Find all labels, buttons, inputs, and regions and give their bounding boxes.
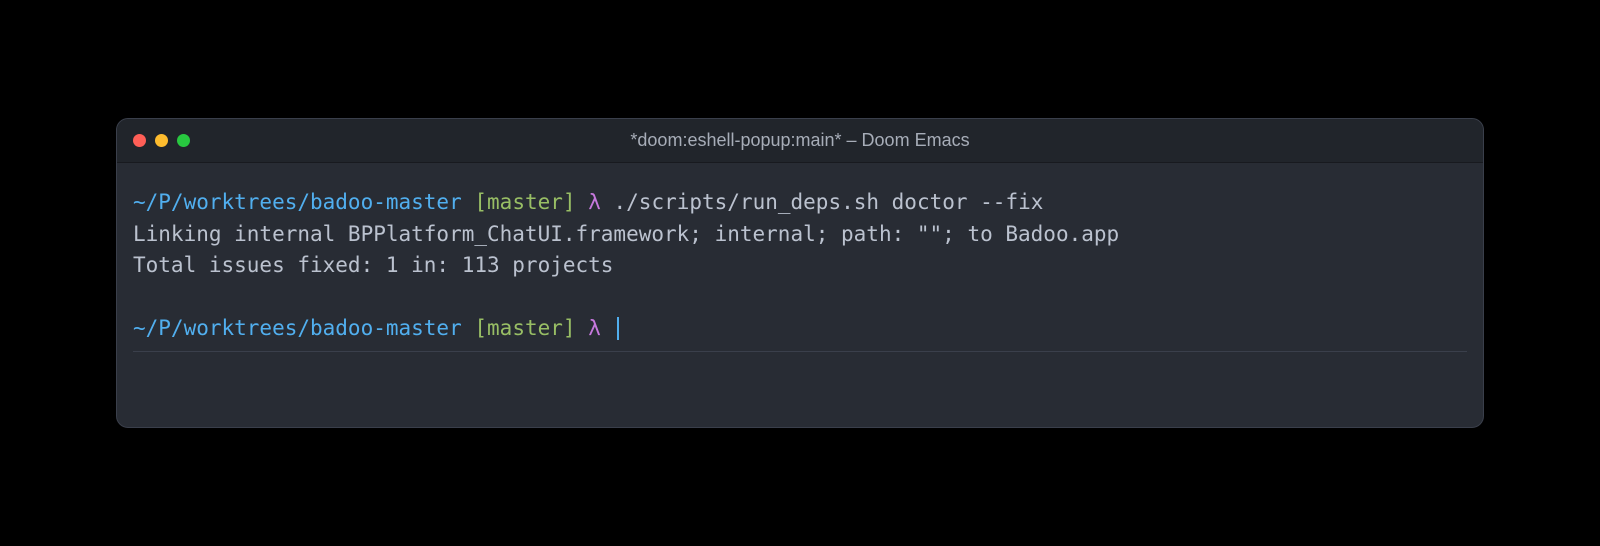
maximize-icon[interactable] — [177, 134, 190, 147]
traffic-lights — [133, 134, 190, 147]
prompt-branch: [master] — [474, 316, 575, 340]
window-title: *doom:eshell-popup:main* – Doom Emacs — [117, 130, 1483, 151]
terminal-window: *doom:eshell-popup:main* – Doom Emacs ~/… — [116, 118, 1484, 428]
prompt-line-1: ~/P/worktrees/badoo-master [master] λ ./… — [133, 187, 1467, 219]
output-line-1: Linking internal BPPlatform_ChatUI.frame… — [133, 219, 1467, 251]
prompt-line-2: ~/P/worktrees/badoo-master [master] λ — [133, 313, 1467, 345]
blank-line — [133, 282, 1467, 314]
terminal-body[interactable]: ~/P/worktrees/badoo-master [master] λ ./… — [117, 163, 1483, 427]
prompt-lambda: λ — [588, 190, 601, 214]
prompt-branch: [master] — [474, 190, 575, 214]
close-icon[interactable] — [133, 134, 146, 147]
prompt-path: ~/P/worktrees/badoo-master — [133, 190, 462, 214]
minimize-icon[interactable] — [155, 134, 168, 147]
divider — [133, 351, 1467, 352]
prompt-path: ~/P/worktrees/badoo-master — [133, 316, 462, 340]
cursor — [617, 317, 619, 340]
prompt-lambda: λ — [588, 316, 601, 340]
output-line-2: Total issues fixed: 1 in: 113 projects — [133, 250, 1467, 282]
titlebar: *doom:eshell-popup:main* – Doom Emacs — [117, 119, 1483, 163]
command-text: ./scripts/run_deps.sh doctor --fix — [614, 190, 1044, 214]
